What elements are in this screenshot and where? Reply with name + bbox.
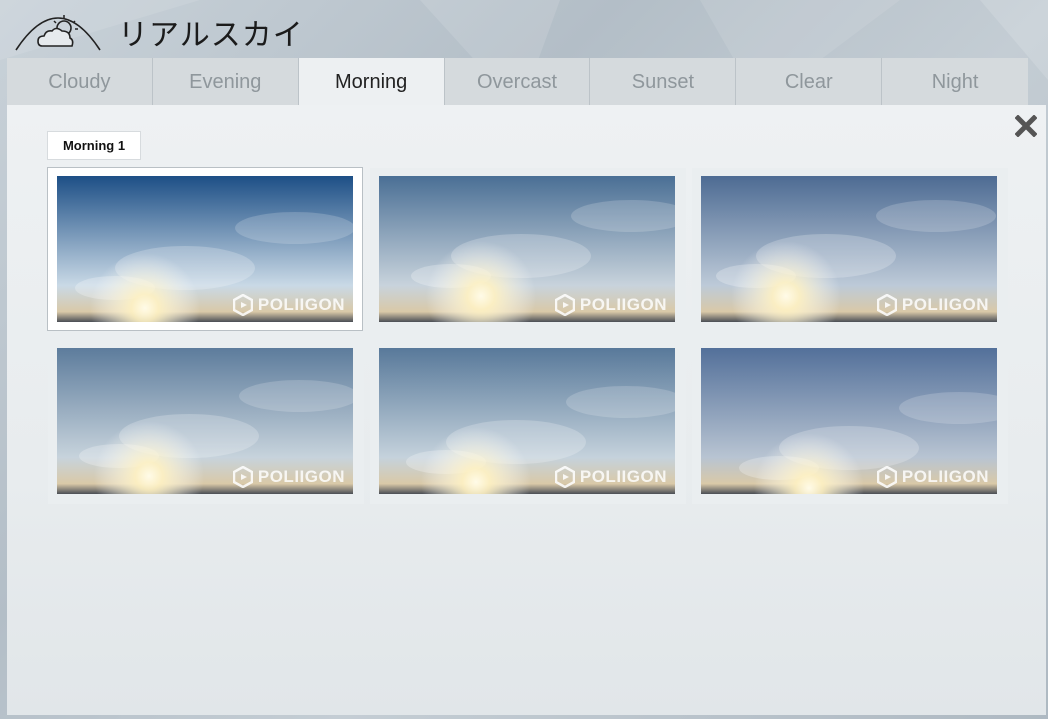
sky-thumbnail-morning-2[interactable]: POLIIGON [370, 168, 686, 332]
sky-thumbnail-morning-6[interactable]: POLIIGON [692, 340, 1008, 504]
poliigon-logo-icon [554, 294, 575, 316]
tab-morning[interactable]: Morning [298, 58, 445, 106]
poliigon-watermark: POLIIGON [876, 466, 989, 488]
sky-thumbnail-morning-1[interactable]: POLIIGON [47, 167, 363, 331]
poliigon-watermark: POLIIGON [554, 294, 667, 316]
watermark-text: POLIIGON [901, 295, 989, 314]
poliigon-logo-icon [232, 466, 253, 488]
sky-thumbnail-morning-3[interactable]: POLIIGON [692, 168, 1008, 332]
app-title: リアルスカイ [118, 18, 304, 53]
watermark-text: POLIIGON [579, 467, 667, 486]
watermark-text: POLIIGON [901, 467, 989, 486]
poliigon-logo-icon [876, 466, 897, 488]
close-icon[interactable] [1014, 114, 1038, 138]
thumbnail-tooltip: Morning 1 [47, 131, 141, 160]
sky-thumbnail-image: POLIIGON [379, 176, 675, 322]
sky-thumbnail-morning-4[interactable]: POLIIGON [48, 340, 364, 504]
poliigon-watermark: POLIIGON [876, 294, 989, 316]
cloud-sun-icon [14, 4, 102, 54]
category-tabs: Cloudy Evening Morning Overcast Sunset C… [7, 58, 1029, 106]
poliigon-logo-icon [554, 466, 575, 488]
poliigon-watermark: POLIIGON [232, 294, 345, 316]
tab-cloudy[interactable]: Cloudy [7, 58, 153, 106]
watermark-text: POLIIGON [579, 295, 667, 314]
poliigon-watermark: POLIIGON [554, 466, 667, 488]
sky-thumbnail-image: POLIIGON [701, 176, 997, 322]
sky-thumbnail-image: POLIIGON [57, 176, 353, 322]
poliigon-logo-icon [232, 294, 253, 316]
watermark-text: POLIIGON [257, 295, 345, 314]
watermark-text: POLIIGON [257, 467, 345, 486]
sky-thumbnail-image: POLIIGON [701, 348, 997, 494]
tab-sunset[interactable]: Sunset [590, 58, 737, 106]
tab-evening[interactable]: Evening [152, 58, 299, 106]
sky-thumbnail-image: POLIIGON [379, 348, 675, 494]
poliigon-watermark: POLIIGON [232, 466, 345, 488]
tab-night[interactable]: Night [882, 58, 1029, 106]
app-header: リアルスカイ [0, 0, 1048, 58]
sky-thumbnail-morning-5[interactable]: POLIIGON [370, 340, 686, 504]
poliigon-logo-icon [876, 294, 897, 316]
tab-overcast[interactable]: Overcast [444, 58, 591, 106]
sky-thumbnail-image: POLIIGON [57, 348, 353, 494]
tab-clear[interactable]: Clear [736, 58, 883, 106]
